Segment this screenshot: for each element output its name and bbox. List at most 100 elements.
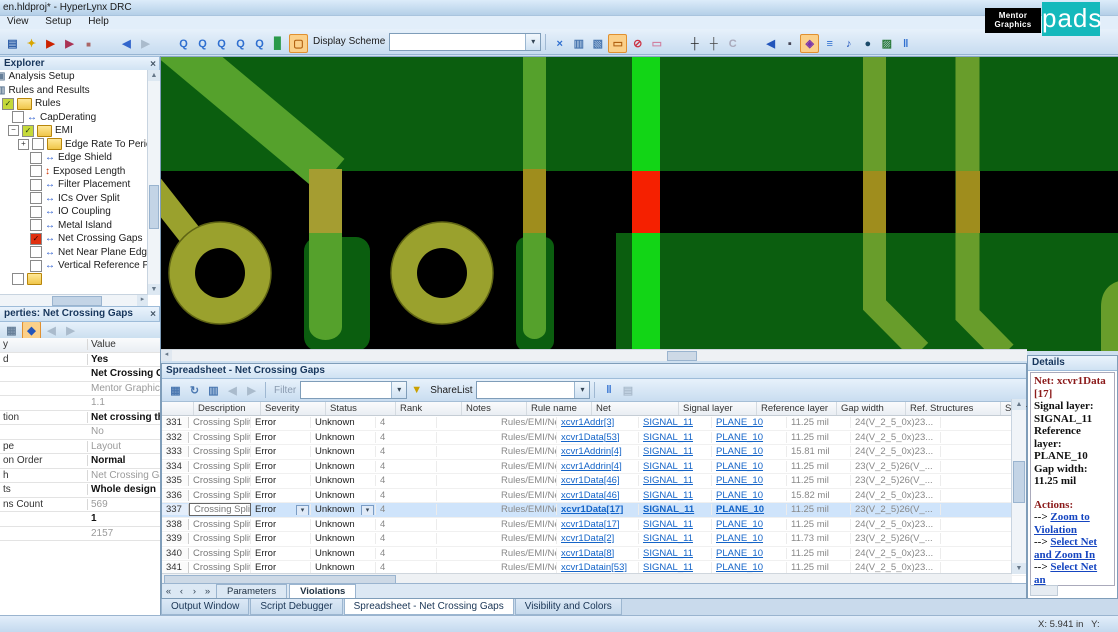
checkbox-checked-icon[interactable]: ✓ [2,98,14,110]
tree-item-rules-and-results[interactable]: ▥ Rules and Results [0,84,148,98]
violation-row[interactable]: 336 Crossing Split Error▾ Unknown▾ 4 Rul… [162,489,1026,504]
signal-layer-link[interactable]: SIGNAL_11 [643,461,693,472]
col-severity[interactable]: Severity [261,402,326,415]
net-link[interactable]: xcvr1Data[46] [561,490,620,501]
chevron-down-icon[interactable]: ▾ [296,505,309,515]
scroll-up-icon[interactable]: ▲ [1012,399,1026,410]
tree-item-analysis-setup[interactable]: ▣ Analysis Setup [0,70,148,84]
signal-layer-link[interactable]: SIGNAL_11 [643,490,693,501]
export-icon[interactable]: ▤ [619,382,636,399]
chevron-down-icon[interactable]: ▾ [525,34,540,50]
col-ref-structures[interactable]: Ref. Structures [906,402,1001,415]
checkbox-icon[interactable] [30,179,42,191]
tab-violations[interactable]: Violations [289,584,356,598]
property-row[interactable]: ts Whole design [0,483,160,498]
col-notes[interactable]: Notes [462,402,527,415]
separator[interactable] [667,30,684,47]
canvas-horizontal-scrollbar[interactable]: ◂ [161,349,1027,361]
forward-icon[interactable]: ▶ [137,35,154,52]
property-row[interactable]: Net Crossing Gaps [0,367,160,382]
tree-item-edge-rate-to-period[interactable]: + Edge Rate To Period [0,138,148,152]
zoom-selection-icon[interactable]: Q [251,36,268,53]
tree-item-metal-island[interactable]: ↔ Metal Island [0,219,148,233]
next-sheet-icon[interactable]: › [188,585,201,598]
key-icon[interactable]: ✦ [23,35,40,52]
tab-parameters[interactable]: Parameters [216,584,287,598]
reference-layer-link[interactable]: PLANE_10 [716,475,763,486]
tab-visibility-and-colors[interactable]: Visibility and Colors [515,599,622,615]
scroll-right-icon[interactable]: ▸ [137,295,148,306]
measure-angle-icon[interactable]: ┼ [705,36,722,53]
stop-icon[interactable]: ■ [80,36,97,53]
cross-probe-icon[interactable]: × [551,36,568,53]
tree-item-ics-over-split[interactable]: ↔ ICs Over Split [0,192,148,206]
board-view-icon[interactable]: ▢ [289,34,308,53]
violation-row[interactable]: 332 Crossing Split Error▾ Unknown▾ 4 Rul… [162,431,1026,446]
pcb-canvas[interactable]: ◂ [161,56,1118,361]
checkbox-icon[interactable] [30,152,42,164]
save-icon[interactable]: ▤ [4,35,21,52]
scrollbar-thumb[interactable] [52,296,102,306]
property-row[interactable]: 1 [0,512,160,527]
property-row[interactable]: ns Count 569 [0,498,160,513]
checkbox-flagged-icon[interactable]: ✓ [30,233,42,245]
copy-grid-icon[interactable]: ▥ [205,382,222,399]
col-net[interactable]: Net [592,402,679,415]
checkbox-checked-icon[interactable]: ✓ [22,125,34,137]
details-scrollbar[interactable] [1030,585,1058,596]
tree-item-rules[interactable]: ✓ Rules [0,97,148,111]
violation-row[interactable]: 331 Crossing Split Error▾ Unknown▾ 4 Rul… [162,416,1026,431]
close-icon[interactable]: × [150,308,156,321]
zoom-in-icon[interactable]: Q [175,36,192,53]
tree-item-net-near-plane-edge[interactable]: ↔ Net Near Plane Edge [0,246,148,260]
sharelist-select[interactable]: ▾ [476,381,590,399]
tree-item-emi[interactable]: − ✓ EMI [0,124,148,138]
explorer-horizontal-scrollbar[interactable]: ▸ [0,294,148,306]
col-reference-layer[interactable]: Reference layer [757,402,837,415]
chevron-down-icon[interactable]: ▾ [361,505,374,515]
violation-row[interactable]: 334 Crossing Split Error▾ Unknown▾ 4 Rul… [162,460,1026,475]
run-icon[interactable]: ▶ [42,35,59,52]
reference-layer-link[interactable]: PLANE_10 [716,461,763,472]
net-link[interactable]: xcvr1Data[53] [561,432,620,443]
net-link[interactable]: xcvr1Addrin[4] [561,446,622,457]
measure-icon[interactable]: ┼ [686,36,703,53]
back-icon[interactable]: ◀ [224,382,241,399]
grid-view-icon[interactable]: ▦ [3,322,20,339]
col-description[interactable]: Description [194,402,261,415]
tree-item-edge-shield[interactable]: ↔ Edge Shield [0,151,148,165]
filter-select[interactable]: ▾ [300,381,407,399]
reference-layer-link[interactable]: PLANE_10 [716,446,763,457]
signal-layer-link[interactable]: SIGNAL_11 [643,432,693,443]
violation-row[interactable]: 333 Crossing Split Error▾ Unknown▾ 4 Rul… [162,445,1026,460]
export-grid-icon[interactable]: ▦ [167,382,184,399]
violation-row[interactable]: 335 Crossing Split Error▾ Unknown▾ 4 Rul… [162,474,1026,489]
property-row[interactable]: h Net Crossing Gaps N... [0,469,160,484]
expand-icon[interactable]: + [18,139,29,150]
property-row[interactable]: on Order Normal [0,454,160,469]
signal-layer-link[interactable]: SIGNAL_11 [643,475,693,486]
scroll-up-icon[interactable]: ▲ [148,70,160,81]
scroll-down-icon[interactable]: ▼ [1012,563,1026,574]
reference-layer-link[interactable]: PLANE_10 [716,562,763,573]
last-sheet-icon[interactable]: » [201,585,214,598]
no-entry-icon[interactable]: ⊘ [629,35,646,52]
first-sheet-icon[interactable]: « [162,585,175,598]
select-icon[interactable]: ◀ [762,35,779,52]
copy-view-icon[interactable]: ▥ [570,35,587,52]
property-row[interactable]: pe Layout [0,440,160,455]
net-link[interactable]: xcvr1Datain[53] [561,562,627,573]
circle-icon[interactable]: ● [859,36,876,53]
reference-layer-link[interactable]: PLANE_10 [716,490,763,501]
net-link[interactable]: xcvr1Data[8] [561,548,614,559]
tab-script-debugger[interactable]: Script Debugger [250,599,342,615]
scroll-left-icon[interactable]: ◂ [161,350,172,361]
menu-help[interactable]: Help [81,16,116,27]
run-to-icon[interactable]: ▶ [61,35,78,52]
property-row[interactable]: 2157 [0,527,160,542]
tree-item-exposed-length[interactable]: ↕ Exposed Length [0,165,148,179]
net-link[interactable]: xcvr1Data[17] [561,504,623,515]
property-row[interactable]: d Yes [0,353,160,368]
tree-item-net-crossing-gaps[interactable]: ✓ ↔ Net Crossing Gaps [0,232,148,246]
signal-layer-link[interactable]: SIGNAL_11 [643,548,693,559]
